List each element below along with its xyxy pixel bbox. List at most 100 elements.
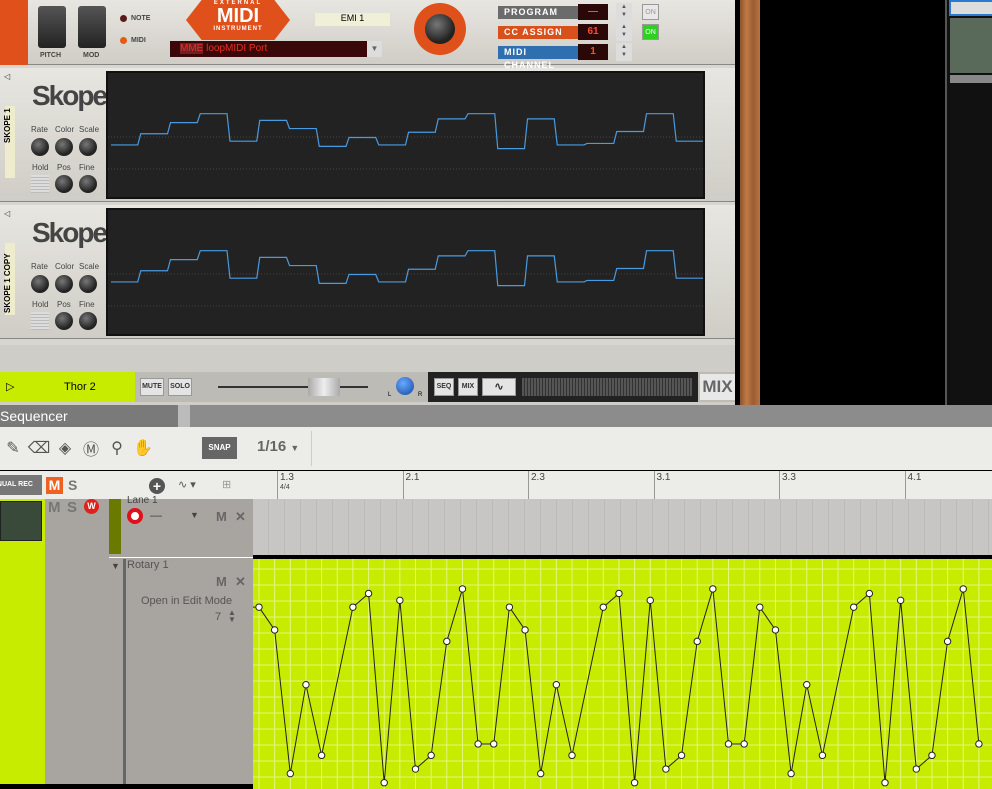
collapse-arrow-icon[interactable]: ▼ [111, 561, 120, 571]
rate-knob[interactable] [31, 275, 49, 293]
automation-point[interactable] [411, 765, 420, 773]
automation-point[interactable] [443, 637, 451, 646]
automation-point[interactable] [568, 751, 576, 760]
control-value-display[interactable]: 1 [578, 44, 608, 60]
automation-lane-icon[interactable]: ∿ ▾ [178, 478, 196, 491]
pos-knob[interactable] [55, 312, 73, 330]
grid-select[interactable]: 1/16 ▼ [257, 438, 299, 455]
control-on-toggle[interactable]: ON [642, 4, 659, 20]
fine-knob[interactable] [79, 175, 97, 193]
automation-point[interactable] [709, 585, 717, 593]
razor-icon[interactable]: ◈ [52, 438, 78, 458]
automation-point[interactable] [380, 779, 388, 787]
automation-point[interactable] [396, 596, 404, 605]
mix-tab[interactable]: MIX [700, 374, 735, 400]
snap-button[interactable]: SNAP [202, 437, 237, 459]
hand-icon[interactable]: ✋ [130, 438, 156, 458]
waveform-icon[interactable]: ∿ [482, 378, 516, 396]
fine-knob[interactable] [79, 312, 97, 330]
fold-arrow-icon[interactable]: ◁ [4, 72, 10, 81]
device-name-display[interactable]: EMI 1 [315, 13, 390, 26]
record-enable-icon[interactable]: W [84, 499, 99, 514]
mute-button[interactable]: MUTE [140, 378, 164, 396]
automation-point[interactable] [349, 603, 357, 611]
automation-name[interactable]: Rotary 1 [127, 559, 169, 571]
automation-point[interactable] [490, 740, 498, 748]
lane-record-icon[interactable] [127, 508, 143, 524]
midi-port-select[interactable]: MME loopMIDI Port [170, 41, 370, 57]
automation-point[interactable] [317, 751, 326, 760]
color-knob[interactable] [55, 138, 73, 156]
automation-point[interactable] [928, 751, 936, 760]
automation-point[interactable] [975, 740, 983, 748]
device-thumbnail[interactable] [0, 501, 42, 541]
value-stepper-icon[interactable]: ▲ ▼ [228, 609, 236, 624]
automation-point[interactable] [677, 751, 686, 760]
fold-arrow-icon[interactable]: ◁ [4, 209, 10, 218]
automation-lane[interactable] [253, 559, 992, 789]
automation-point[interactable] [693, 637, 701, 646]
track-solo-button[interactable]: S [67, 499, 77, 516]
automation-point[interactable] [521, 626, 529, 634]
automation-point[interactable] [286, 769, 294, 778]
automation-point[interactable] [552, 680, 561, 689]
automation-point[interactable] [740, 740, 748, 748]
magnify-icon[interactable]: ⚲ [104, 438, 130, 458]
automation-point[interactable] [756, 603, 764, 611]
automation-point[interactable] [537, 769, 545, 778]
manual-rec-button[interactable]: MANUAL REC [0, 475, 42, 495]
track-mute-button[interactable]: M [48, 499, 61, 516]
mix-button[interactable]: MIX [458, 378, 478, 396]
automation-point[interactable] [724, 740, 733, 748]
track-name-strip[interactable]: ▷ Thor 2 [0, 372, 135, 402]
automation-point[interactable] [474, 740, 482, 748]
lane-mute-button[interactable]: M [216, 509, 227, 524]
automation-point[interactable] [803, 680, 811, 689]
mod-wheel[interactable] [78, 6, 106, 48]
control-on-toggle[interactable]: ON [642, 24, 659, 40]
value-stepper-icon[interactable]: ▲ ▼ [616, 23, 632, 41]
automation-point[interactable] [599, 603, 607, 611]
automation-point[interactable] [787, 769, 795, 778]
automation-point[interactable] [630, 779, 639, 787]
pan-knob[interactable] [396, 377, 414, 395]
automation-point[interactable] [270, 626, 279, 634]
ruler[interactable]: 1.3 4/4 2.1 2.3 3.1 3.3 4.1 [253, 470, 992, 500]
automation-point[interactable] [850, 603, 858, 611]
automation-point[interactable] [255, 603, 263, 611]
rate-knob[interactable] [31, 138, 49, 156]
automation-point[interactable] [943, 637, 952, 646]
rack-navigator[interactable] [945, 0, 992, 405]
automation-point[interactable] [881, 779, 889, 787]
note-lane[interactable] [253, 499, 992, 557]
navigator-viewport[interactable] [949, 0, 992, 16]
pos-knob[interactable] [55, 175, 73, 193]
hold-button[interactable] [31, 312, 49, 330]
automation-point[interactable] [302, 680, 310, 689]
cc-rotary-knob[interactable] [414, 3, 466, 55]
pitch-wheel[interactable] [38, 6, 66, 48]
grid-icon[interactable]: ⊞ [222, 478, 231, 491]
chevron-down-icon[interactable]: ▼ [367, 41, 382, 57]
eraser-icon[interactable]: ⌫ [26, 438, 52, 458]
lane-delete-button[interactable]: ✕ [235, 509, 246, 525]
volume-fader[interactable] [308, 378, 340, 396]
mute-tool-icon[interactable]: Ⓜ [78, 436, 104, 460]
scale-knob[interactable] [79, 138, 97, 156]
automation-point[interactable] [615, 589, 623, 598]
chevron-down-icon[interactable]: ▼ [190, 510, 199, 520]
value-stepper-icon[interactable]: ▲ ▼ [616, 43, 632, 61]
control-value-display[interactable]: 61 [578, 24, 608, 40]
mute-all-button[interactable]: M [46, 477, 63, 494]
automation-mute-button[interactable]: M [216, 574, 227, 589]
automation-point[interactable] [771, 626, 780, 634]
seq-button[interactable]: SEQ [434, 378, 454, 396]
solo-button[interactable]: SOLO [168, 378, 192, 396]
automation-point[interactable] [896, 596, 905, 605]
value-stepper-icon[interactable]: ▲ ▼ [616, 3, 632, 21]
scale-knob[interactable] [79, 275, 97, 293]
automation-delete-button[interactable]: ✕ [235, 574, 246, 590]
automation-point[interactable] [427, 751, 435, 760]
control-value-display[interactable]: — [578, 4, 608, 20]
solo-all-button[interactable]: S [68, 477, 77, 493]
